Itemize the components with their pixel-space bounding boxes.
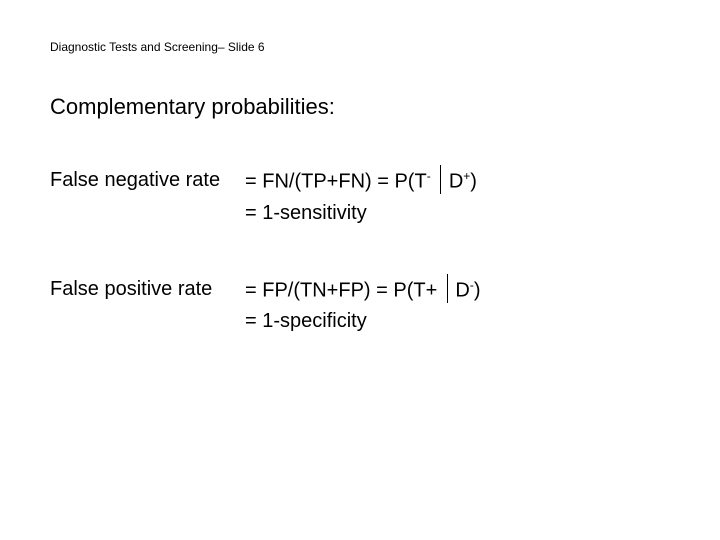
fpr-eq1-part-b: D [455, 279, 469, 301]
fpr-equation-1: = FP/(TN+FP) = P(T+ D-) [245, 274, 670, 307]
fnr-equation-2: = 1-sensitivity [245, 198, 670, 229]
false-positive-block: False positive rate = FP/(TN+FP) = P(T+ … [50, 274, 670, 338]
slide: Diagnostic Tests and Screening– Slide 6 … [0, 0, 720, 540]
conditional-bar-icon [447, 274, 448, 303]
fpr-eq1-part-a: = FP/(TN+FP) = P(T+ [245, 279, 437, 301]
fnr-eq1-part-a: = FN/(TP+FN) = P(T [245, 171, 427, 193]
fnr-eq1-part-b: D [449, 171, 463, 193]
fnr-eq1-sup1: - [427, 169, 431, 183]
fnr-equation-1: = FN/(TP+FN) = P(T- D+) [245, 165, 670, 198]
conditional-bar-icon [440, 165, 441, 194]
fpr-eq1-part-c: ) [474, 279, 481, 301]
slide-header: Diagnostic Tests and Screening– Slide 6 [50, 40, 670, 54]
section-title: Complementary probabilities: [50, 94, 670, 120]
false-negative-block: False negative rate = FN/(TP+FN) = P(T- … [50, 165, 670, 229]
fnr-label: False negative rate [50, 165, 245, 196]
fnr-eq1-part-c: ) [470, 171, 477, 193]
fpr-label: False positive rate [50, 274, 245, 305]
fpr-equation-2: = 1-specificity [245, 306, 670, 337]
